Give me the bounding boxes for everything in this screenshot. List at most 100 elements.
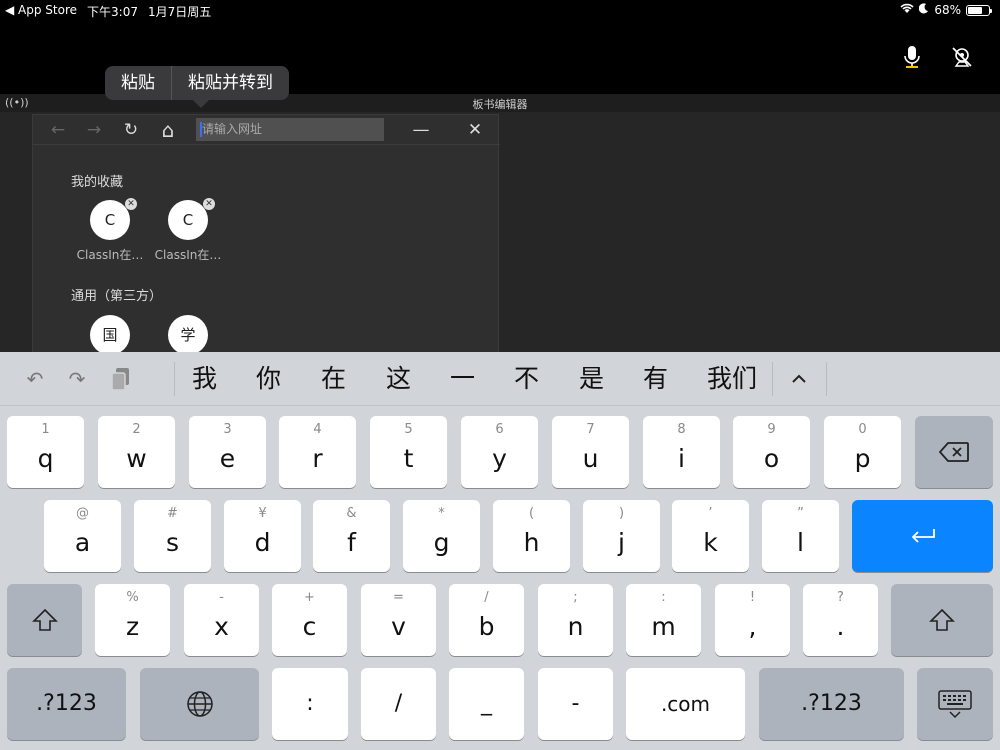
key-a[interactable]: @ a — [44, 500, 121, 572]
backspace-key[interactable] — [915, 416, 993, 488]
numbers-key-right[interactable]: .?123 — [759, 668, 904, 740]
key-v[interactable]: = v — [361, 584, 436, 656]
ipad-screen: ◀ App Store 下午3:07 1月7日周五 68% ((•)) 板书编辑… — [0, 0, 1000, 750]
candidate-word[interactable]: 不 — [514, 363, 539, 395]
status-bar: ◀ App Store 下午3:07 1月7日周五 68% — [0, 0, 1000, 20]
shift-key-left[interactable] — [7, 584, 82, 656]
key-n[interactable]: ; n — [538, 584, 613, 656]
text-cursor — [200, 122, 202, 137]
key-l[interactable]: ” l — [762, 500, 839, 572]
candidate-word[interactable]: 在 — [321, 363, 346, 395]
key-x[interactable]: -x — [184, 584, 259, 656]
key-s[interactable]: # s — [134, 500, 211, 572]
key-f[interactable]: & f — [313, 500, 390, 572]
camera-off-icon[interactable] — [950, 45, 974, 69]
refresh-icon[interactable]: ↻ — [120, 119, 142, 141]
site-avatar: 学 — [168, 315, 208, 355]
paste-context-menu: 粘贴 粘贴并转到 — [105, 66, 289, 108]
favorite-item[interactable]: C ✕ ClassIn在… — [71, 198, 149, 263]
key-d[interactable]: ¥ d — [224, 500, 301, 572]
candidate-word[interactable]: 是 — [579, 363, 604, 395]
numbers-key-left[interactable]: .?123 — [7, 668, 126, 740]
general-site-item[interactable]: 国 — [71, 315, 149, 355]
key-t[interactable]: 5t — [370, 416, 447, 488]
favorite-label: ClassIn在… — [154, 248, 222, 262]
divider — [826, 362, 827, 396]
battery-percent: 68% — [934, 3, 961, 17]
remove-favorite-icon[interactable]: ✕ — [125, 198, 137, 210]
url-placeholder: 请输入网址 — [202, 122, 263, 136]
key-o[interactable]: 9o — [733, 416, 810, 488]
microphone-icon[interactable] — [902, 45, 922, 69]
shift-icon — [31, 608, 58, 631]
key-slash[interactable]: / — [361, 668, 436, 740]
popup-arrow — [193, 100, 209, 108]
back-icon[interactable]: ← — [47, 119, 69, 141]
clipboard-icon[interactable] — [108, 366, 134, 392]
ios-keyboard: ↶ ↷ 我 你 在 这 一 不 是 有 我们 1q 2w 3e 4r 5t 6 … — [0, 352, 1000, 750]
key-colon[interactable]: : — [272, 668, 348, 740]
paste-and-go-menu-item[interactable]: 粘贴并转到 — [171, 66, 289, 100]
key-h[interactable]: (h — [493, 500, 570, 572]
key-g[interactable]: * g — [403, 500, 480, 572]
paste-menu-item[interactable]: 粘贴 — [105, 66, 171, 100]
key-underscore[interactable]: _ — [449, 668, 524, 740]
expand-candidates-icon[interactable] — [788, 366, 810, 392]
key-c[interactable]: + c — [272, 584, 347, 656]
favorites-title: 我的收藏 — [71, 175, 124, 190]
key-p[interactable]: 0p — [824, 416, 901, 488]
favorite-avatar: C — [90, 200, 130, 240]
key-e[interactable]: 3e — [189, 416, 266, 488]
embedded-browser-window: ← → ↻ ⌂ 请输入网址 — ✕ 我的收藏 C ✕ ClassIn在… C ✕… — [32, 114, 500, 355]
key-dash[interactable]: - — [538, 668, 613, 740]
general-site-item[interactable]: 学 — [149, 315, 227, 355]
candidate-word[interactable]: 一 — [450, 363, 475, 395]
candidate-word[interactable]: 有 — [643, 363, 668, 395]
candidate-bar: ↶ ↷ 我 你 在 这 一 不 是 有 我们 — [0, 352, 1000, 406]
site-avatar: 国 — [90, 315, 130, 355]
key-period[interactable]: ?. — [803, 584, 878, 656]
candidate-word[interactable]: 这 — [386, 363, 411, 395]
url-input[interactable]: 请输入网址 — [196, 118, 384, 141]
forward-icon[interactable]: → — [83, 119, 105, 141]
key-k[interactable]: ’ k — [672, 500, 749, 572]
divider — [772, 362, 773, 396]
globe-key[interactable] — [140, 668, 259, 740]
date: 1月7日周五 — [147, 5, 212, 19]
candidate-word[interactable]: 我 — [192, 363, 217, 395]
shift-icon — [929, 608, 955, 631]
return-key[interactable] — [852, 500, 993, 572]
minimize-icon[interactable]: — — [410, 119, 432, 141]
key-b[interactable]: / b — [449, 584, 524, 656]
key-dotcom[interactable]: .com — [626, 668, 745, 740]
dismiss-keyboard-key[interactable] — [917, 668, 993, 740]
key-y[interactable]: 6y — [461, 416, 538, 488]
candidate-word[interactable]: 我们 — [707, 363, 757, 395]
key-z[interactable]: % z — [95, 584, 170, 656]
shift-key-right[interactable] — [891, 584, 993, 656]
back-to-app-link[interactable]: ◀ App Store — [5, 3, 77, 20]
key-comma[interactable]: !, — [715, 584, 790, 656]
redo-icon[interactable]: ↷ — [64, 366, 90, 392]
time: 下午3:07 — [87, 5, 138, 19]
key-i[interactable]: 8i — [643, 416, 720, 488]
key-r[interactable]: 4r — [279, 416, 356, 488]
backspace-icon — [938, 442, 969, 462]
key-q[interactable]: 1q — [7, 416, 84, 488]
key-j[interactable]: ) j — [583, 500, 660, 572]
favorite-avatar: C — [168, 200, 208, 240]
undo-icon[interactable]: ↶ — [22, 366, 48, 392]
favorite-item[interactable]: C ✕ ClassIn在… — [149, 198, 227, 263]
key-w[interactable]: 2w — [98, 416, 175, 488]
candidate-word[interactable]: 你 — [256, 363, 281, 395]
close-icon[interactable]: ✕ — [464, 119, 486, 141]
home-icon[interactable]: ⌂ — [157, 119, 179, 141]
remove-favorite-icon[interactable]: ✕ — [203, 198, 215, 210]
globe-icon — [186, 691, 213, 717]
general-title: 通用（第三方） — [71, 289, 163, 304]
key-m[interactable]: :m — [626, 584, 701, 656]
key-u[interactable]: 7u — [552, 416, 629, 488]
favorite-label: ClassIn在… — [76, 248, 144, 262]
hide-keyboard-icon — [938, 690, 972, 719]
browser-toolbar: ← → ↻ ⌂ 请输入网址 — ✕ — [33, 115, 500, 145]
